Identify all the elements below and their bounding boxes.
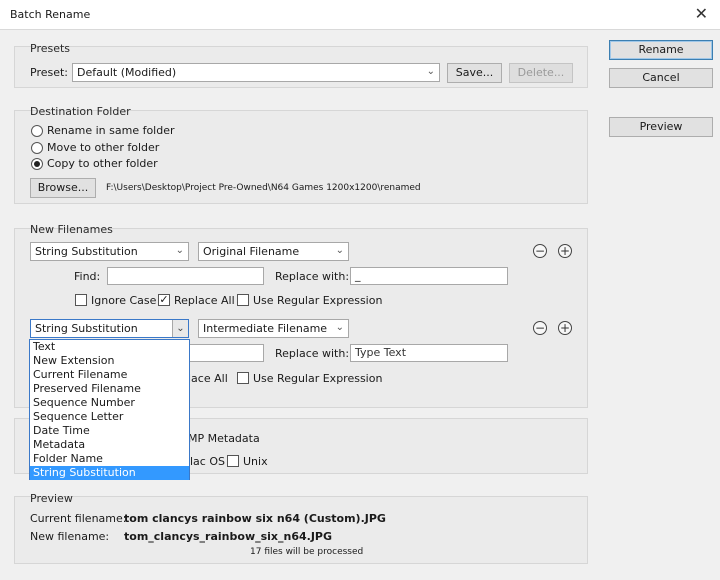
rule1-remove-icon[interactable]: − <box>533 244 547 258</box>
rule1-replace-input[interactable]: _ <box>350 267 508 285</box>
rule2-type-options-list[interactable]: Text New Extension Current Filename Preserv… <box>29 339 190 480</box>
rule1-type-dropdown[interactable]: String Substitution ⌄ <box>30 242 189 261</box>
unix-label: Unix <box>243 455 268 468</box>
radio-rename-same[interactable] <box>31 125 43 137</box>
rule1-ignore-case-label: Ignore Case <box>91 294 157 307</box>
xmp-metadata-label: MP Metadata <box>188 432 260 445</box>
rule2-source-value: Intermediate Filename <box>203 322 328 335</box>
current-filename-label: Current filename: <box>30 512 127 525</box>
presets-title: Presets <box>30 42 71 55</box>
preset-label: Preset: <box>30 66 69 79</box>
rule1-add-icon[interactable]: + <box>558 244 572 258</box>
rule1-regex-label: Use Regular Expression <box>253 294 383 307</box>
files-count: 17 files will be processed <box>250 547 364 557</box>
title-bar: Batch Rename ✕ <box>0 0 720 30</box>
dropdown-option[interactable]: Sequence Number <box>30 396 189 410</box>
preview-title: Preview <box>30 492 73 505</box>
rule2-replace-placeholder: Type Text <box>355 346 407 359</box>
rule2-regex-checkbox[interactable] <box>237 372 249 384</box>
rule1-replace-value: _ <box>355 269 361 282</box>
dropdown-option[interactable]: Current Filename <box>30 368 189 382</box>
rule2-remove-icon[interactable]: − <box>533 321 547 335</box>
new-filename-label: New filename: <box>30 530 110 543</box>
rule2-replace-input[interactable]: Type Text <box>350 344 508 362</box>
rule1-replace-all-checkbox[interactable]: ✓ <box>158 294 170 306</box>
rule2-source-dropdown[interactable]: Intermediate Filename ⌄ <box>198 319 349 338</box>
rule1-type-value: String Substitution <box>35 245 138 258</box>
rule2-find-input[interactable] <box>188 344 264 362</box>
window-title: Batch Rename <box>10 8 91 21</box>
rule1-ignore-case-checkbox[interactable] <box>75 294 87 306</box>
rule2-type-dropdown[interactable]: String Substitution ⌄ <box>30 319 189 338</box>
rule1-find-input[interactable] <box>107 267 264 285</box>
radio-rename-same-label: Rename in same folder <box>47 124 175 137</box>
rename-button[interactable]: Rename <box>609 40 713 60</box>
radio-move-other-label: Move to other folder <box>47 141 160 154</box>
rule1-regex-checkbox[interactable] <box>237 294 249 306</box>
new-filename-value: tom_clancys_rainbow_six_n64.JPG <box>124 530 333 543</box>
unix-checkbox[interactable] <box>227 455 239 467</box>
radio-copy-other-label: Copy to other folder <box>47 157 158 170</box>
rule1-replace-all-label: Replace All <box>174 294 235 307</box>
destination-path: F:\Users\Desktop\Project Pre-Owned\N64 G… <box>106 183 421 193</box>
current-filename-value: tom clancys rainbow six n64 (Custom).JPG <box>124 512 386 525</box>
close-icon[interactable]: ✕ <box>695 4 708 23</box>
browse-button[interactable]: Browse... <box>30 178 96 198</box>
preset-dropdown[interactable]: Default (Modified) ⌄ <box>72 63 440 82</box>
chevron-down-icon: ⌄ <box>172 320 188 337</box>
dropdown-option[interactable]: Sequence Letter <box>30 410 189 424</box>
chevron-down-icon: ⌄ <box>175 245 184 256</box>
chevron-down-icon: ⌄ <box>426 66 435 77</box>
dropdown-option[interactable]: New Extension <box>30 354 189 368</box>
chevron-down-icon: ⌄ <box>335 245 344 256</box>
rule1-find-label: Find: <box>74 270 101 283</box>
rule1-source-dropdown[interactable]: Original Filename ⌄ <box>198 242 349 261</box>
new-filenames-title: New Filenames <box>30 223 113 236</box>
dropdown-option[interactable]: Folder Name <box>30 452 189 466</box>
rule2-replace-all-label: lace All <box>188 372 228 385</box>
preset-value: Default (Modified) <box>77 66 177 79</box>
chevron-down-icon: ⌄ <box>335 322 344 333</box>
delete-preset-button: Delete... <box>509 63 573 83</box>
rule1-source-value: Original Filename <box>203 245 300 258</box>
rule1-replace-label: Replace with: <box>275 270 350 283</box>
radio-copy-other[interactable] <box>31 158 43 170</box>
rule2-regex-label: Use Regular Expression <box>253 372 383 385</box>
mac-os-label: lac OS <box>190 455 225 468</box>
rule2-replace-label: Replace with: <box>275 347 350 360</box>
rule2-add-icon[interactable]: + <box>558 321 572 335</box>
dropdown-option[interactable]: Date Time <box>30 424 189 438</box>
dropdown-option[interactable]: Preserved Filename <box>30 382 189 396</box>
dropdown-option[interactable]: String Substitution <box>30 466 189 480</box>
radio-move-other[interactable] <box>31 142 43 154</box>
save-preset-button[interactable]: Save... <box>447 63 502 83</box>
dropdown-option[interactable]: Metadata <box>30 438 189 452</box>
preview-button[interactable]: Preview <box>609 117 713 137</box>
destination-title: Destination Folder <box>30 105 131 118</box>
rule2-type-value: String Substitution <box>35 322 138 335</box>
cancel-button[interactable]: Cancel <box>609 68 713 88</box>
dropdown-option[interactable]: Text <box>30 340 189 354</box>
